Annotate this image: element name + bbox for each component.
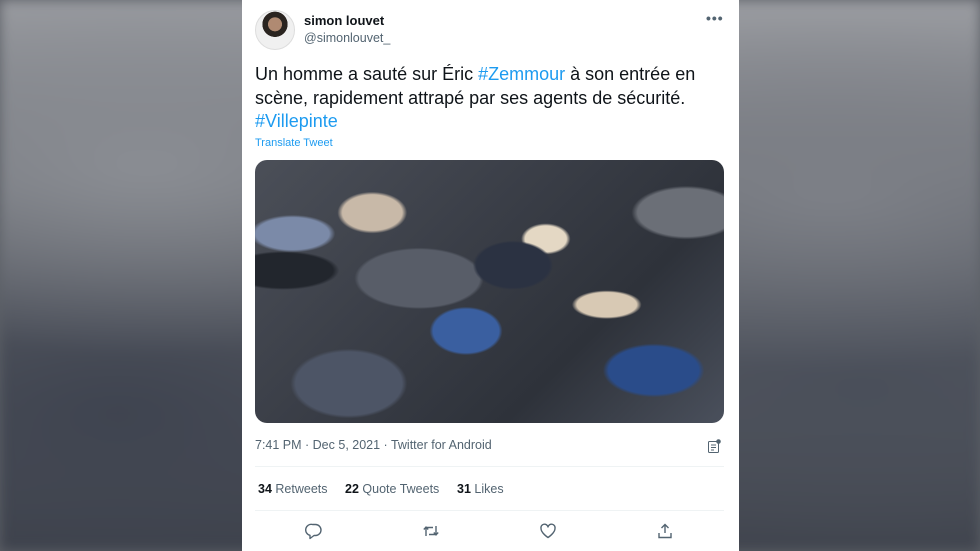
quotes-count: 22 [345,482,359,496]
retweet-icon[interactable] [422,522,440,540]
share-icon[interactable] [656,522,674,540]
like-icon[interactable] [539,522,557,540]
likes-label: Likes [474,482,504,496]
user-handle[interactable]: @simonlouvet_ [304,31,390,45]
hashtag-link[interactable]: #Villepinte [255,111,338,131]
more-icon[interactable]: ••• [706,10,724,26]
quotes-label: Quote Tweets [362,482,440,496]
retweets-stat[interactable]: 34 Retweets [258,482,328,496]
analytics-icon[interactable] [708,439,721,453]
retweets-label: Retweets [275,482,328,496]
translate-tweet-link[interactable]: Translate Tweet [255,137,333,149]
quote-tweets-stat[interactable]: 22 Quote Tweets [345,482,439,496]
divider [255,466,724,467]
likes-stat[interactable]: 31 Likes [457,482,504,496]
reply-icon[interactable] [305,522,323,540]
user-name[interactable]: simon louvet [304,13,384,28]
hashtag-link[interactable]: #Zemmour [478,64,565,84]
divider [255,510,724,511]
tweet-text-part: Un homme a sauté sur Éric [255,64,479,84]
avatar[interactable] [255,10,295,50]
tweet-media-image[interactable] [255,160,724,423]
retweets-count: 34 [258,482,272,496]
tweet-meta: 7:41 PM · Dec 5, 2021 · Twitter for Andr… [255,438,492,452]
likes-count: 31 [457,482,471,496]
tweet-text: Un homme a sauté sur Éric #Zemmour à son… [255,63,725,134]
